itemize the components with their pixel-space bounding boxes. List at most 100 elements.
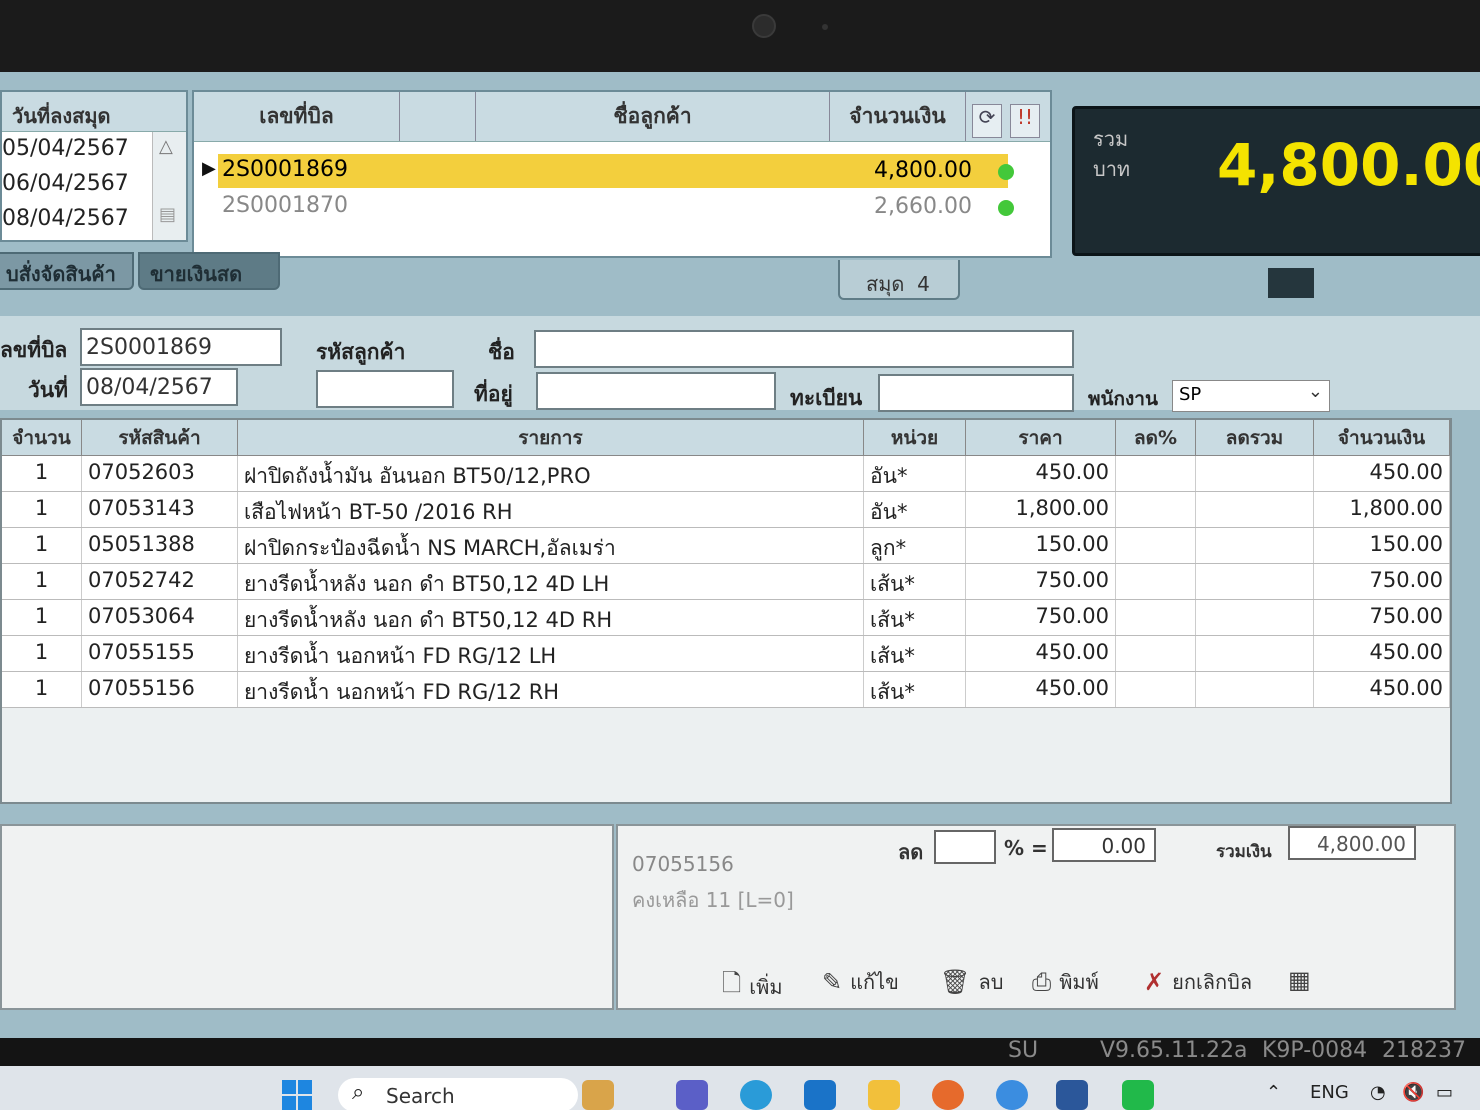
add-button[interactable]: 🗋 เพิ่ม xyxy=(722,966,783,1007)
discount-amount-field[interactable]: 0.00 xyxy=(1052,828,1156,862)
status-user: SU xyxy=(1008,1038,1039,1063)
line-icon[interactable] xyxy=(1122,1080,1154,1110)
bill-list-header: เลขที่บิล ชื่อลูกค้า จำนวนเงิน xyxy=(194,92,1050,142)
status-code: 218237 xyxy=(1382,1038,1466,1063)
word-icon[interactable] xyxy=(1056,1080,1088,1110)
address-field[interactable] xyxy=(536,372,776,410)
date-list-scrollbar[interactable]: △ ▤ xyxy=(152,132,186,240)
col-line-amount: จำนวนเงิน xyxy=(1314,420,1450,455)
delete-button[interactable]: 🗑 ลบ xyxy=(940,966,1003,998)
tab-picking-order[interactable]: บสั่งจัดสินค้า xyxy=(0,252,134,290)
date-label: วันที่ xyxy=(28,378,68,402)
calculator-button[interactable]: ▦ xyxy=(1288,966,1311,994)
customer-code-label: รหัสลูกค้า xyxy=(316,340,406,364)
screen-bezel xyxy=(0,0,1480,72)
date-list-header: วันที่ลงสมุด xyxy=(2,92,186,132)
file-explorer-icon[interactable] xyxy=(868,1080,900,1110)
wifi-icon[interactable]: ◔ xyxy=(1370,1082,1386,1103)
printer-icon: ⎙ xyxy=(1032,968,1052,996)
firefox-icon[interactable] xyxy=(932,1080,964,1110)
col-price: ราคา xyxy=(966,420,1116,455)
bill-list: เลขที่บิล ชื่อลูกค้า จำนวนเงิน ⟳ !! ▶ 2S… xyxy=(192,90,1052,258)
discount-label: ลด xyxy=(898,840,924,864)
total-label: รวม xyxy=(1093,127,1129,151)
grand-total-panel: รวม บาท 4,800.00 xyxy=(1072,106,1480,256)
table-row[interactable]: 1 07053064 ยางรีดน้ำหลัง นอก ดำ BT50,12 … xyxy=(2,600,1450,636)
baht-label: บาท xyxy=(1093,157,1131,181)
mail-icon[interactable] xyxy=(804,1080,836,1110)
table-row[interactable]: 1 07055155 ยางรีดน้ำ นอกหน้า FD RG/12 LH… xyxy=(2,636,1450,672)
widgets-icon[interactable] xyxy=(582,1080,614,1110)
language-indicator[interactable]: ENG xyxy=(1310,1082,1349,1103)
col-description: รายการ xyxy=(238,420,864,455)
new-document-icon: 🗋 xyxy=(722,969,742,997)
summary-panel: 07055156 คงเหลือ 11 [L=0] ลด % = 0.00 รว… xyxy=(616,824,1456,1010)
trash-icon: 🗑 xyxy=(940,968,971,996)
refresh-icon[interactable]: ⟳ xyxy=(972,104,1002,138)
pos-application: วันที่ลงสมุด 05/04/2567 06/04/2567 08/04… xyxy=(0,72,1480,1038)
table-row[interactable]: 1 07052603 ฝาปิดถังน้ำมัน อันนอก BT50/12… xyxy=(2,456,1450,492)
bill-row[interactable]: 2S0001870 2,660.00 xyxy=(218,190,1014,224)
edge-icon[interactable] xyxy=(740,1080,772,1110)
line-items-header: จำนวน รหัสสินค้า รายการ หน่วย ราคา ลด% ล… xyxy=(2,420,1450,456)
current-row-arrow-icon: ▶ xyxy=(202,158,216,179)
col-qty: จำนวน xyxy=(2,420,82,455)
print-button[interactable]: ⎙ พิมพ์ xyxy=(1032,966,1099,998)
name-label: ชื่อ xyxy=(488,340,515,364)
edit-document-icon: ✎ xyxy=(822,968,843,996)
cancel-bill-icon: ✗ xyxy=(1144,968,1165,996)
col-bill-number: เลขที่บิล xyxy=(194,92,400,141)
col-customer-name: ชื่อลูกค้า xyxy=(476,92,830,141)
status-dot-icon xyxy=(998,200,1014,216)
indicator-box xyxy=(1268,268,1314,298)
discount-percent-field[interactable] xyxy=(934,830,996,864)
status-bar: SU V9.65.11.22a K9P-0084 218237 xyxy=(0,1038,1480,1066)
table-row[interactable]: 1 07053143 เสือไฟหน้า BT-50 /2016 RH อัน… xyxy=(2,492,1450,528)
bill-number-field[interactable] xyxy=(80,328,282,366)
alert-button[interactable]: !! xyxy=(1010,104,1040,138)
registration-label: ทะเบียน xyxy=(790,386,863,410)
status-version: V9.65.11.22a xyxy=(1100,1038,1248,1063)
col-discount-total: ลดรวม xyxy=(1196,420,1314,455)
webcam xyxy=(752,14,776,38)
chevron-up-icon[interactable]: ⌃ xyxy=(1266,1082,1281,1103)
taskbar-search[interactable]: ⌕ Search xyxy=(338,1078,578,1110)
col-blank xyxy=(400,92,476,141)
stock-remaining: คงเหลือ 11 [L=0] xyxy=(632,888,794,912)
table-row[interactable]: 1 07055156 ยางรีดน้ำ นอกหน้า FD RG/12 RH… xyxy=(2,672,1450,708)
registration-field[interactable] xyxy=(878,374,1074,412)
table-row[interactable]: 1 05051388 ฝาปิดกระป๋องฉีดน้ำ NS MARCH,อ… xyxy=(2,528,1450,564)
employee-label: พนักงาน xyxy=(1088,388,1158,410)
windows-taskbar: ⌕ Search ⌃ ENG ◔ 🔇 ▭ xyxy=(0,1066,1480,1110)
scroll-up-icon[interactable]: △ xyxy=(159,136,173,157)
employee-select[interactable]: SP ⌄ xyxy=(1172,380,1330,412)
col-unit: หน่วย xyxy=(864,420,966,455)
customer-name-field[interactable] xyxy=(534,330,1074,368)
total-money-field: 4,800.00 xyxy=(1288,826,1416,860)
address-label: ที่อยู่ xyxy=(474,382,513,406)
volume-muted-icon[interactable]: 🔇 xyxy=(1402,1082,1424,1103)
chrome-icon[interactable] xyxy=(996,1080,1028,1110)
table-row[interactable]: 1 07052742 ยางรีดน้ำหลัง นอก ดำ BT50,12 … xyxy=(2,564,1450,600)
status-machine: K9P-0084 xyxy=(1262,1038,1368,1063)
grand-total-amount: 4,800.00 xyxy=(1217,131,1480,199)
date-field[interactable] xyxy=(80,368,238,406)
edit-button[interactable]: ✎ แก้ไข xyxy=(822,966,899,998)
bill-row-selected[interactable]: 2S0001869 4,800.00 xyxy=(218,154,1014,188)
percent-equals-label: % = xyxy=(1004,836,1048,860)
teams-icon[interactable] xyxy=(676,1080,708,1110)
chevron-down-icon: ⌄ xyxy=(1307,381,1323,402)
notes-panel xyxy=(0,824,614,1010)
battery-icon[interactable]: ▭ xyxy=(1436,1082,1453,1103)
windows-start-icon[interactable] xyxy=(282,1080,312,1110)
col-discount-percent: ลด% xyxy=(1116,420,1196,455)
selected-product-code: 07055156 xyxy=(632,852,734,876)
customer-code-field[interactable] xyxy=(316,370,454,408)
cancel-bill-button[interactable]: ✗ ยกเลิกบิล xyxy=(1144,966,1252,998)
tab-cash-sale[interactable]: ขายเงินสด xyxy=(138,252,280,290)
webcam-led xyxy=(822,24,828,30)
scroll-grip-icon[interactable]: ▤ xyxy=(159,204,176,225)
status-dot-icon xyxy=(998,164,1014,180)
bill-header-form: ลขที่บิล วันที่ รหัสลูกค้า ชื่อ ที่อยู่ … xyxy=(0,316,1480,412)
date-list: วันที่ลงสมุด 05/04/2567 06/04/2567 08/04… xyxy=(0,90,188,242)
